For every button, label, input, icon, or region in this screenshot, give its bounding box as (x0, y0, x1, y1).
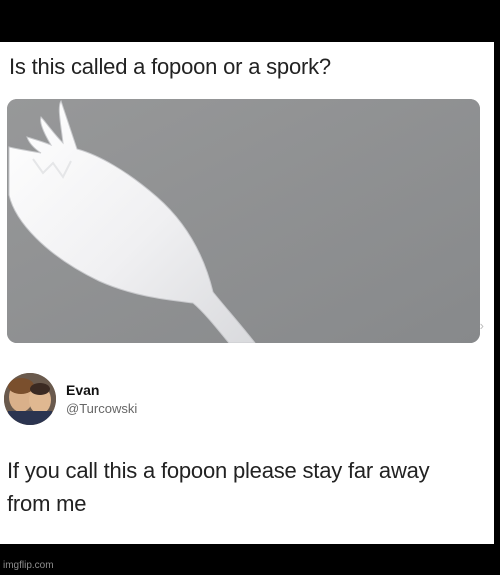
post-card: Is this called a fopoon or a spork? Evan… (0, 42, 494, 544)
meme-frame: Is this called a fopoon or a spork? Evan… (0, 0, 500, 575)
reply-user-names: Evan @Turcowski (66, 382, 137, 416)
imgflip-watermark: imgflip.com (3, 560, 54, 571)
chevron-right-icon: › (479, 318, 484, 333)
spork-image (7, 99, 480, 343)
reply-text: If you call this a fopoon please stay fa… (7, 458, 430, 516)
question-text: Is this called a fopoon or a spork? (9, 54, 331, 79)
spork-photo[interactable] (7, 99, 480, 343)
avatar-image (4, 373, 56, 425)
user-name: Evan (66, 382, 100, 398)
reply-user[interactable]: Evan @Turcowski (4, 373, 137, 425)
avatar[interactable] (4, 373, 56, 425)
user-handle: @Turcowski (66, 401, 138, 416)
